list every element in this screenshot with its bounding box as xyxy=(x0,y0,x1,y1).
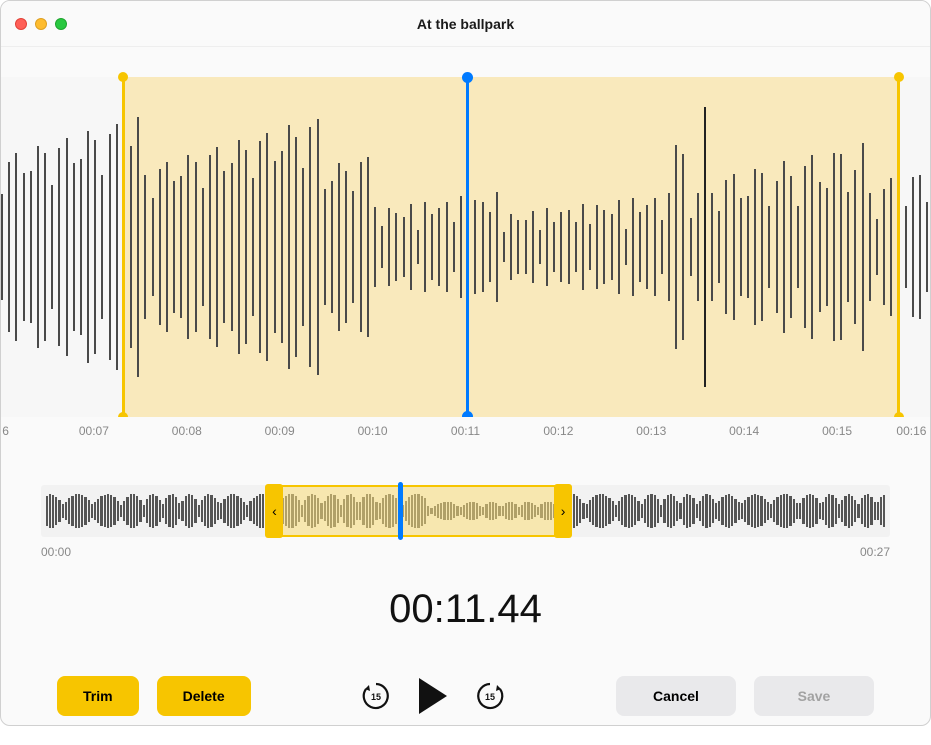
ruler-tick: 6 xyxy=(2,424,9,438)
ruler-tick: 00:12 xyxy=(543,424,573,438)
ruler-tick: 00:09 xyxy=(265,424,295,438)
ruler-tick: 00:16 xyxy=(896,424,926,438)
skip-forward-15-button[interactable]: 15 xyxy=(475,681,505,711)
skip-back-15-button[interactable]: 15 xyxy=(361,681,391,711)
ruler-tick: 00:10 xyxy=(358,424,388,438)
overview-trim-start-handle[interactable]: ‹ xyxy=(265,484,283,538)
toolbar: Trim Delete 15 15 Cancel Save xyxy=(1,676,930,716)
delete-button[interactable]: Delete xyxy=(157,676,251,716)
svg-text:15: 15 xyxy=(485,692,495,702)
trim-start-handle[interactable] xyxy=(122,77,125,417)
trim-button[interactable]: Trim xyxy=(57,676,139,716)
overview-playhead[interactable] xyxy=(398,482,403,540)
window-title: At the ballpark xyxy=(1,16,930,32)
overview-time-labels: 00:00 00:27 xyxy=(41,545,890,559)
traffic-lights xyxy=(15,18,67,30)
app-window: At the ballpark 6 00:07 00:08 00:09 00:10 00:… xyxy=(0,0,931,726)
ruler-tick: 00:08 xyxy=(172,424,202,438)
titlebar: At the ballpark xyxy=(1,1,930,47)
time-ruler: 6 00:07 00:08 00:09 00:10 00:11 00:12 00:13 00:1… xyxy=(1,417,930,445)
overview-start-time: 00:00 xyxy=(41,545,71,559)
ruler-tick: 00:11 xyxy=(451,424,480,438)
playhead[interactable] xyxy=(466,77,469,417)
waveform-overview[interactable]: ‹ › xyxy=(41,485,890,537)
cancel-button[interactable]: Cancel xyxy=(616,676,736,716)
ruler-tick: 00:15 xyxy=(822,424,852,438)
close-window-button[interactable] xyxy=(15,18,27,30)
overview-end-time: 00:27 xyxy=(860,545,890,559)
waveform-detail[interactable] xyxy=(1,77,930,417)
play-button[interactable] xyxy=(419,678,447,714)
svg-text:15: 15 xyxy=(371,692,381,702)
ruler-tick: 00:07 xyxy=(79,424,109,438)
current-time-display: 00:11.44 xyxy=(1,587,930,632)
maximize-window-button[interactable] xyxy=(55,18,67,30)
save-button[interactable]: Save xyxy=(754,676,874,716)
minimize-window-button[interactable] xyxy=(35,18,47,30)
ruler-tick: 00:14 xyxy=(729,424,759,438)
overview-trim-end-handle[interactable]: › xyxy=(554,484,572,538)
trim-end-handle[interactable] xyxy=(897,77,900,417)
overview-selection xyxy=(274,485,563,537)
ruler-tick: 00:13 xyxy=(636,424,666,438)
